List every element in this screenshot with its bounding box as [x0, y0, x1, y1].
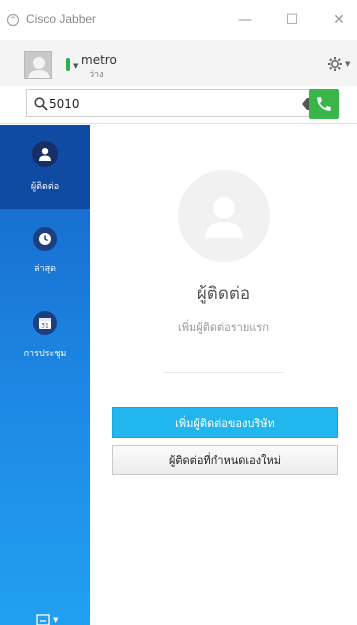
- user-status[interactable]: ว่าง: [89, 67, 104, 81]
- window-title: Cisco Jabber: [26, 12, 97, 26]
- close-button[interactable]: ✕: [324, 8, 354, 32]
- menu-tray-icon: [36, 614, 50, 625]
- empty-contact-avatar: [178, 170, 270, 262]
- user-name: metro: [81, 53, 117, 67]
- search-input[interactable]: [49, 94, 289, 113]
- sidebar-item-label: ล่าสุด: [34, 264, 56, 274]
- presence-indicator[interactable]: [66, 58, 70, 71]
- search-icon: [34, 97, 48, 111]
- avatar-placeholder-icon: [28, 57, 50, 78]
- sidebar-item-recents[interactable]: ล่าสุด: [0, 215, 90, 299]
- maximize-button[interactable]: ☐: [277, 8, 307, 32]
- sidebar-item-contacts[interactable]: ผู้ติดต่อ: [0, 125, 90, 209]
- calendar-day-label: 31: [41, 323, 49, 330]
- call-button[interactable]: [309, 89, 339, 119]
- presence-caret-icon[interactable]: ▼: [73, 62, 78, 70]
- empty-state-title: ผู้ติดต่อ: [196, 284, 251, 304]
- empty-state-subtitle: เพิ่มผู้ติดต่อรายแรก: [178, 321, 269, 334]
- phone-icon: [317, 97, 331, 111]
- nav-icon-wrapper: [32, 141, 58, 167]
- contacts-empty-state: ผู้ติดต่อ เพิ่มผู้ติดต่อรายแรก เพิ่มผู้ต…: [90, 125, 357, 625]
- title-bar: Cisco Jabber — ☐ ✕: [0, 0, 357, 40]
- search-bar: [0, 86, 357, 124]
- add-company-contact-button[interactable]: เพิ่มผู้ติดต่อของบริษัท: [112, 407, 338, 438]
- user-header: ▼ metro ว่าง ▼: [0, 40, 357, 86]
- divider: [163, 372, 283, 373]
- search-box[interactable]: [26, 89, 326, 117]
- sidebar-item-label: การประชุม: [23, 349, 67, 359]
- chevron-down-icon: ▼: [53, 616, 59, 624]
- cisco-jabber-app-icon: [6, 13, 20, 27]
- nav-icon-wrapper: [33, 227, 57, 251]
- chevron-down-icon: ▼: [345, 60, 351, 68]
- nav-icon-wrapper: 31: [33, 311, 57, 335]
- person-placeholder-icon: [205, 197, 243, 238]
- calendar-icon: 31: [39, 318, 51, 330]
- avatar[interactable]: [24, 51, 52, 79]
- settings-menu[interactable]: ▼: [327, 55, 353, 73]
- person-icon: [39, 148, 51, 161]
- gear-icon: [328, 57, 342, 71]
- sidebar-item-label: ผู้ติดต่อ: [30, 182, 60, 192]
- sidebar-item-meetings[interactable]: 31 การประชุม: [0, 301, 90, 385]
- minimize-button[interactable]: —: [230, 8, 260, 32]
- sidebar: ผู้ติดต่อ ล่าสุด 31 การประชุม ▼: [0, 125, 90, 625]
- clock-icon: [39, 233, 51, 245]
- new-custom-contact-button[interactable]: ผู้ติดต่อที่กำหนดเองใหม่: [112, 445, 338, 475]
- sidebar-menu[interactable]: ▼: [36, 613, 66, 625]
